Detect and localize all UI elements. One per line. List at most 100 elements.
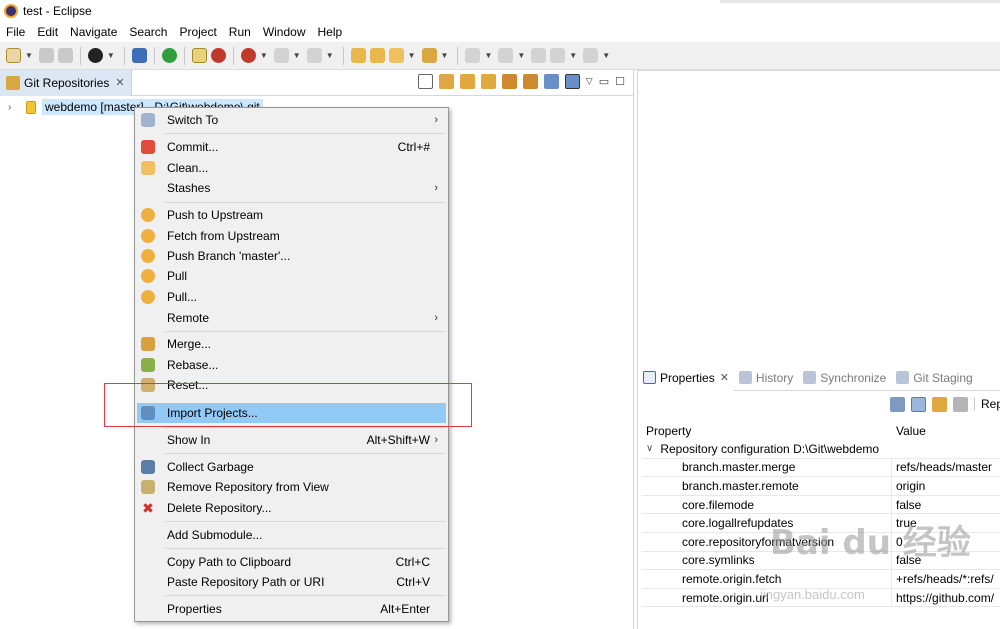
menu-item-paste-repository-path[interactable]: Paste Repository Path or URI Ctrl+V [137, 572, 446, 592]
table-row[interactable]: branch.master.remote origin [642, 477, 1000, 496]
refresh-icon[interactable] [501, 74, 517, 89]
menu-item-switch-to[interactable]: Switch To › [137, 110, 446, 130]
next-annotation-dropdown-icon[interactable]: ▼ [484, 51, 492, 60]
restore-default-icon[interactable] [953, 396, 968, 412]
show-categories-icon[interactable] [911, 396, 926, 412]
table-row[interactable]: branch.master.merge refs/heads/master [642, 458, 1000, 478]
git-dropdown-icon[interactable]: ▼ [441, 51, 449, 60]
new-icon[interactable] [6, 48, 21, 63]
menu-window[interactable]: Window [263, 25, 306, 39]
context-menu: Switch To › Commit... Ctrl+# Clean... St… [134, 107, 449, 622]
show-advanced-icon[interactable] [932, 396, 947, 412]
menu-item-merge[interactable]: Merge... [137, 334, 446, 354]
property-group-row[interactable]: ∨ Repository configuration D:\Git\webdemo [642, 440, 1000, 459]
debug-dropdown-icon[interactable]: ▼ [260, 51, 268, 60]
back-dropdown-icon[interactable]: ▼ [569, 51, 577, 60]
close-icon[interactable]: ✕ [115, 76, 124, 89]
menu-help[interactable]: Help [318, 25, 343, 39]
new-dropdown-icon[interactable]: ▼ [25, 51, 33, 60]
collapse-all-icon[interactable] [417, 74, 433, 89]
menu-item-push-branch[interactable]: Push Branch 'master'... [137, 246, 446, 266]
tab-history[interactable]: History [734, 365, 798, 391]
tab-git-staging[interactable]: Git Staging [891, 365, 977, 391]
create-repository-icon[interactable] [480, 74, 496, 89]
save-icon[interactable] [38, 48, 54, 63]
link-editor-icon[interactable] [522, 74, 538, 89]
open-task-icon[interactable] [388, 48, 404, 63]
menu-item-fetch-from-upstream[interactable]: Fetch from Upstream [137, 226, 446, 246]
debug-icon[interactable] [240, 48, 256, 63]
add-repository-icon[interactable] [438, 74, 454, 89]
run-disabled-icon[interactable] [273, 48, 289, 63]
menu-item-rebase[interactable]: Rebase... [137, 355, 446, 375]
git-view-actions: ▽ ▭ ☐ [417, 74, 625, 89]
task-dropdown-icon[interactable]: ▼ [408, 51, 416, 60]
group-label: Repository configuration D:\Git\webdemo [660, 441, 880, 456]
toggle-mark-icon[interactable] [191, 48, 207, 63]
column-property[interactable]: Property [642, 424, 892, 438]
menu-project[interactable]: Project [179, 25, 216, 39]
close-icon[interactable]: ✕ [720, 371, 729, 384]
console-icon[interactable] [131, 48, 147, 63]
tab-properties[interactable]: Properties ✕ [638, 364, 734, 391]
menu-item-properties[interactable]: Properties Alt+Enter [137, 599, 446, 619]
git-icon[interactable] [421, 48, 437, 63]
menu-item-collect-garbage[interactable]: Collect Garbage [137, 457, 446, 477]
toolbar-separator [232, 46, 234, 65]
menu-item-copy-path[interactable]: Copy Path to Clipboard Ctrl+C [137, 552, 446, 572]
menu-edit[interactable]: Edit [37, 25, 58, 39]
next-annotation-icon[interactable] [465, 48, 481, 63]
menu-item-add-submodule[interactable]: Add Submodule... [137, 525, 446, 545]
external-tools-dropdown-icon[interactable]: ▼ [326, 51, 334, 60]
profile-dropdown-icon[interactable]: ▼ [107, 51, 115, 60]
menu-item-remove-repository[interactable]: Remove Repository from View [137, 477, 446, 497]
column-value[interactable]: Value [892, 424, 1000, 438]
prev-annotation-dropdown-icon[interactable]: ▼ [517, 51, 525, 60]
menu-item-remote[interactable]: Remote › [137, 308, 446, 328]
expand-icon[interactable]: › [8, 102, 18, 113]
save-all-icon[interactable] [57, 48, 73, 63]
hierarchical-layout-icon[interactable] [543, 74, 559, 89]
tab-git-repositories[interactable]: Git Repositories ✕ [0, 69, 132, 96]
prev-annotation-icon[interactable] [498, 48, 514, 63]
menu-item-pull[interactable]: Pull [137, 266, 446, 286]
synchronize-icon [803, 371, 817, 384]
menu-item-pull-dialog[interactable]: Pull... [137, 287, 446, 307]
menu-navigate[interactable]: Navigate [70, 25, 117, 39]
table-row[interactable]: core.filemode false [642, 495, 1000, 515]
external-tools-icon[interactable] [306, 48, 322, 63]
menu-item-clean[interactable]: Clean... [137, 158, 446, 178]
menu-item-stashes[interactable]: Stashes › [137, 178, 446, 198]
menu-search[interactable]: Search [129, 25, 167, 39]
menu-item-delete-repository[interactable]: ✖ Delete Repository... [137, 498, 446, 518]
link-with-selection-icon[interactable] [564, 74, 580, 89]
menu-item-commit[interactable]: Commit... Ctrl+# [137, 137, 446, 157]
menu-item-push-to-upstream[interactable]: Push to Upstream [137, 205, 446, 225]
pin-icon[interactable] [890, 396, 905, 412]
minimize-icon[interactable]: ▭ [599, 75, 609, 88]
property-value: https://github.com/ [896, 590, 995, 605]
bug-icon[interactable] [210, 48, 226, 63]
back-icon[interactable] [550, 48, 566, 63]
run-dropdown-icon[interactable]: ▼ [293, 51, 301, 60]
menu-file[interactable]: File [6, 25, 25, 39]
skip-breakpoints-icon[interactable] [161, 48, 177, 63]
last-edit-icon[interactable] [531, 48, 547, 63]
open-type-icon[interactable] [350, 48, 366, 63]
maximize-icon[interactable]: ☐ [615, 75, 625, 88]
collapse-icon[interactable]: ∨ [646, 443, 653, 454]
tab-synchronize[interactable]: Synchronize [798, 365, 891, 391]
menu-item-show-in[interactable]: Show In Alt+Shift+W › [137, 430, 446, 450]
clone-repository-icon[interactable] [459, 74, 475, 89]
open-folder-icon[interactable] [369, 48, 385, 63]
property-key: remote.origin.fetch [642, 570, 892, 588]
rep-label[interactable]: Rep [974, 397, 1000, 411]
view-menu-icon[interactable]: ▽ [586, 76, 593, 87]
table-row[interactable]: remote.origin.fetch +refs/heads/*:refs/ [642, 570, 1000, 589]
menu-separator [165, 595, 445, 596]
profile-icon[interactable] [87, 48, 103, 63]
forward-dropdown-icon[interactable]: ▼ [602, 51, 610, 60]
toolbar-separator [123, 46, 125, 65]
forward-icon[interactable] [583, 48, 599, 63]
menu-run[interactable]: Run [229, 25, 251, 39]
